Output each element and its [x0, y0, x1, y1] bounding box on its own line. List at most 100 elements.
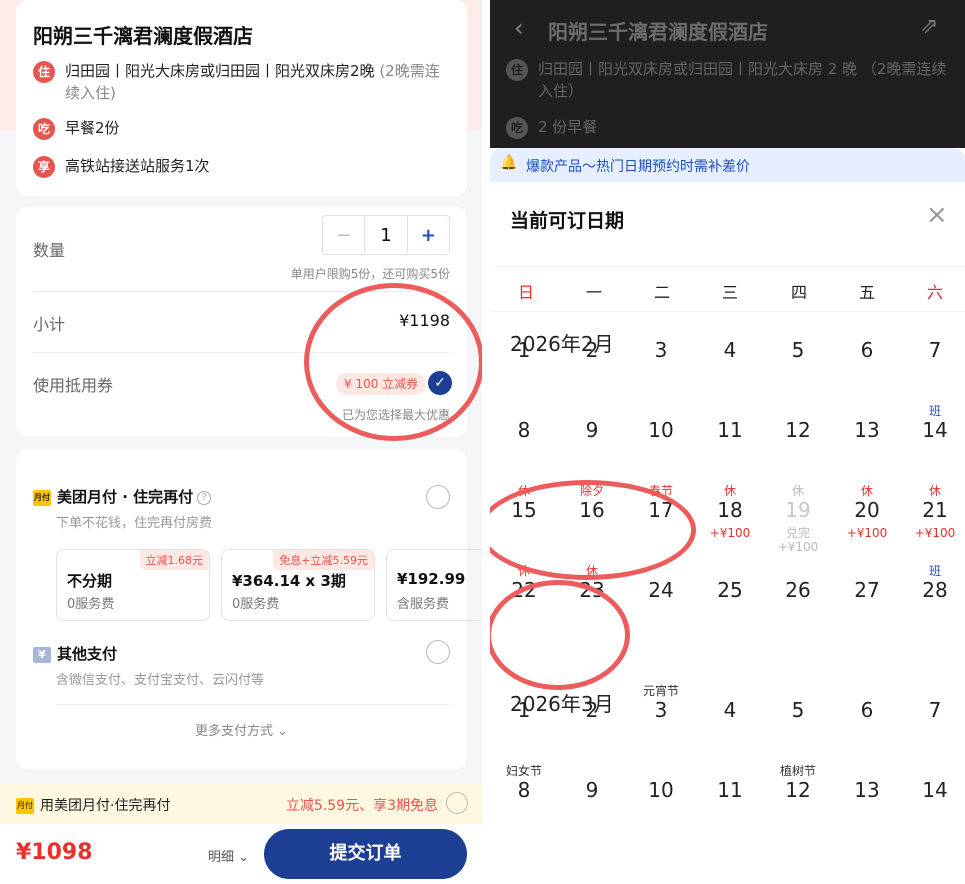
coupon-tag[interactable]: ¥ 100 立减券	[336, 373, 427, 395]
calendar-day[interactable]: 植树节 12	[764, 764, 832, 844]
day-number: 2	[585, 698, 599, 722]
calendar-day[interactable]: 10	[627, 404, 695, 484]
submit-order-button[interactable]: 提交订单	[264, 829, 467, 879]
subtotal-value: ¥1198	[399, 311, 450, 330]
date-picker-sheet: 当前可订日期 × 日一二三四五六 2026年2月 1 2 3 4 5 6 7 8 9 10 11 12 1…	[490, 182, 965, 884]
day-annotation	[490, 684, 558, 698]
meituan-monthly-icon: 月付	[33, 489, 51, 506]
calendar-day[interactable]: 4	[696, 684, 764, 764]
calendar-day[interactable]: 元宵节 3	[627, 684, 695, 764]
installment-plan-3[interactable]: 免息+立减5.59元 ¥364.14 x 3期 0服务费	[221, 549, 375, 621]
help-icon[interactable]: ?	[197, 490, 212, 505]
day-number: 2	[585, 338, 599, 362]
decrease-button[interactable]: −	[323, 216, 366, 254]
installment-plan-none[interactable]: 立减1.68元 不分期 0服务费	[56, 549, 210, 621]
back-icon[interactable]: ‹	[514, 14, 524, 42]
day-number: 11	[717, 778, 743, 802]
more-payment-methods-link[interactable]: 更多支付方式 ⌄	[16, 720, 467, 739]
calendar-day[interactable]: 11	[696, 764, 764, 844]
quantity-label: 数量	[33, 241, 66, 260]
calendar-day[interactable]: 13	[833, 764, 901, 844]
calendar-day[interactable]: 2	[558, 684, 626, 764]
monthly-pay-title[interactable]: 月付 美团月付 · 住完再付?	[33, 486, 212, 507]
day-annotation	[901, 684, 965, 698]
calendar-day[interactable]: 4	[696, 324, 764, 404]
calendar-day[interactable]: 班 14	[901, 404, 965, 484]
day-number: 1	[517, 338, 531, 362]
meal-badge-icon: 吃	[33, 118, 55, 140]
calendar-day[interactable]: 9	[558, 404, 626, 484]
share-icon[interactable]: ⇗	[920, 14, 938, 39]
day-annotation: 休	[585, 564, 598, 578]
monthly-pay-radio[interactable]	[426, 485, 450, 509]
calendar-day[interactable]: 26	[764, 564, 832, 644]
day-annotation	[696, 564, 764, 578]
day-annotation	[764, 564, 832, 578]
day-number: 18	[717, 498, 743, 522]
calendar-day[interactable]: 妇女节 8	[490, 764, 558, 844]
calendar-day[interactable]: 休 21 +¥100	[901, 484, 965, 564]
day-annotation: 妇女节	[505, 764, 542, 778]
calendar-day[interactable]: 7	[901, 684, 965, 764]
price-detail-toggle[interactable]: 明细 ⌄	[208, 846, 249, 865]
calendar-day[interactable]: 6	[833, 684, 901, 764]
other-pay-title[interactable]: ¥ 其他支付	[33, 643, 117, 664]
installment-plan-more[interactable]: ¥192.99 含服务费	[386, 549, 482, 621]
monthly-pay-title-text: 美团月付 · 住完再付	[57, 488, 194, 506]
calendar-day[interactable]: 6	[833, 324, 901, 404]
calendar-day[interactable]: 3	[627, 324, 695, 404]
calendar-day[interactable]: 休 22	[490, 564, 558, 644]
calendar-day[interactable]: 12	[764, 404, 832, 484]
weekday-label: 三	[721, 283, 738, 302]
day-annotation	[558, 764, 626, 778]
day-surcharge: +¥100	[846, 526, 888, 540]
calendar-day[interactable]: 9	[558, 764, 626, 844]
calendar-day[interactable]: 27	[833, 564, 901, 644]
day-number: 5	[791, 698, 805, 722]
other-pay-radio[interactable]	[426, 640, 450, 664]
day-annotation	[764, 684, 832, 698]
calendar-day[interactable]: 7	[901, 324, 965, 404]
calendar-day[interactable]: 2	[558, 324, 626, 404]
plan-fee: 0服务费	[232, 597, 280, 612]
monthly-pay-promo-bar[interactable]: 月付 用美团月付·住完再付 立减5.59元、享3期免息	[0, 784, 482, 824]
calendar-day[interactable]: 除夕 16	[558, 484, 626, 564]
day-annotation: 休	[860, 484, 873, 498]
calendar-day[interactable]: 班 28	[901, 564, 965, 644]
calendar-day[interactable]: 11	[696, 404, 764, 484]
stay-badge-icon: 住	[506, 59, 528, 81]
increase-button[interactable]: +	[406, 216, 449, 254]
promo-radio[interactable]	[446, 792, 468, 814]
calendar-day[interactable]: 14	[901, 764, 965, 844]
calendar-day[interactable]: 5	[764, 684, 832, 764]
calendar-day[interactable]: 8	[490, 404, 558, 484]
day-annotation	[696, 404, 764, 418]
day-annotation	[627, 564, 695, 578]
coupon-checked-icon[interactable]: ✓	[428, 371, 452, 395]
weekday-label: 二	[653, 283, 670, 302]
close-icon[interactable]: ×	[926, 200, 948, 230]
promo-label: 用美团月付·住完再付	[40, 798, 171, 814]
calendar-day[interactable]: 1	[490, 684, 558, 764]
day-number: 7	[928, 338, 942, 362]
calendar-day[interactable]: 休 20 +¥100	[833, 484, 901, 564]
day-number: 16	[579, 498, 605, 522]
calendar-day[interactable]: 春节 17	[627, 484, 695, 564]
calendar-day[interactable]: 休 15	[490, 484, 558, 564]
calendar-day[interactable]: 13	[833, 404, 901, 484]
day-annotation: 班	[928, 564, 941, 578]
calendar-day[interactable]: 24	[627, 564, 695, 644]
screen-title: 阳朔三千漓君澜度假酒店	[548, 20, 768, 44]
divider	[56, 704, 450, 705]
calendar-day[interactable]: 5	[764, 324, 832, 404]
calendar-day[interactable]: 休 18 +¥100	[696, 484, 764, 564]
weekday-label: 日	[517, 283, 534, 302]
calendar-day[interactable]: 1	[490, 324, 558, 404]
day-number: 12	[785, 778, 811, 802]
quantity-limit-hint: 单用户限购5份，还可购买5份	[290, 267, 450, 281]
day-annotation	[696, 684, 764, 698]
calendar-day[interactable]: 25	[696, 564, 764, 644]
divider	[33, 291, 450, 292]
calendar-day[interactable]: 休 23	[558, 564, 626, 644]
calendar-day[interactable]: 10	[627, 764, 695, 844]
